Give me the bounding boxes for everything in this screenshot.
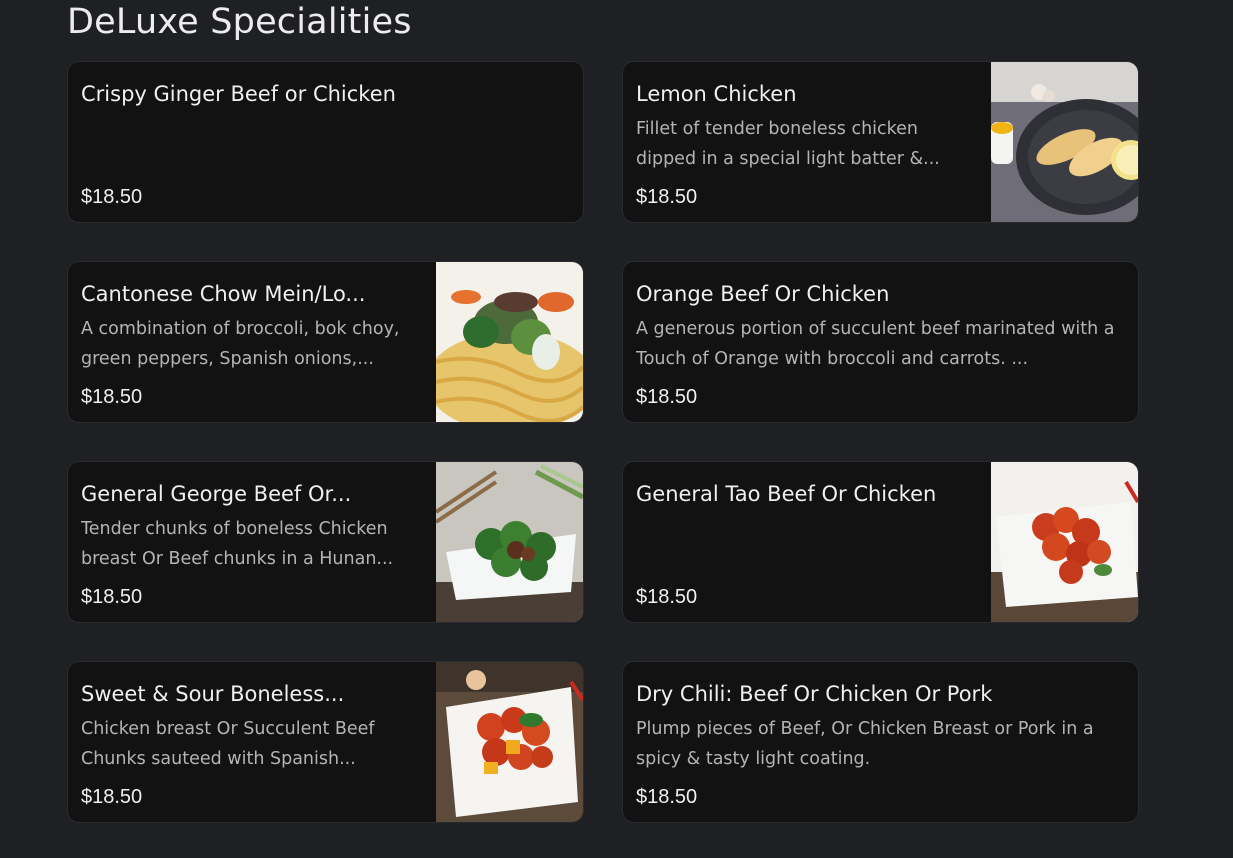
- menu-item-description: Plump pieces of Beef, Or Chicken Breast …: [636, 719, 1094, 769]
- menu-item-price: $18.50: [636, 786, 698, 808]
- menu-item-price: $18.50: [636, 586, 698, 608]
- menu-item-price: $18.50: [81, 386, 143, 408]
- menu-item-name: Lemon Chicken: [636, 82, 797, 106]
- menu-item-name: General Tao Beef Or Chicken: [636, 482, 937, 506]
- menu-item-card[interactable]: Cantonese Chow Mein/Lo... A combination …: [67, 261, 584, 423]
- menu-item-description: Fillet of tender boneless chicken dipped…: [636, 119, 940, 169]
- menu-item-body: Dry Chili: Beef Or Chicken Or Pork Plump…: [636, 679, 1125, 822]
- menu-item-description: A combination of broccoli, bok choy, gre…: [81, 319, 400, 369]
- menu-item-card[interactable]: Orange Beef Or Chicken A generous portio…: [622, 261, 1139, 423]
- menu-grid: Crispy Ginger Beef or Chicken $18.50 Lem…: [67, 61, 1139, 823]
- menu-item-name: Dry Chili: Beef Or Chicken Or Pork: [636, 682, 993, 706]
- menu-item-card[interactable]: Dry Chili: Beef Or Chicken Or Pork Plump…: [622, 661, 1139, 823]
- sweet-sour-photo: [436, 662, 583, 822]
- section-title: DeLuxe Specialities: [67, 2, 412, 42]
- menu-item-name: Crispy Ginger Beef or Chicken: [81, 82, 396, 106]
- menu-item-body: Orange Beef Or Chicken A generous portio…: [636, 279, 1125, 422]
- broccoli-beef-photo: [436, 462, 583, 622]
- menu-item-card[interactable]: Lemon Chicken Fillet of tender boneless …: [622, 61, 1139, 223]
- menu-item-name: Cantonese Chow Mein/Lo...: [81, 282, 366, 306]
- menu-item-name: Orange Beef Or Chicken: [636, 282, 890, 306]
- menu-item-price: $18.50: [636, 386, 698, 408]
- menu-item-name: Sweet & Sour Boneless...: [81, 682, 345, 706]
- menu-item-body: Crispy Ginger Beef or Chicken: [81, 79, 570, 222]
- menu-item-description: A generous portion of succulent beef mar…: [636, 319, 1115, 369]
- menu-item-description: Chicken breast Or Succulent Beef Chunks …: [81, 719, 375, 769]
- chow-mein-photo: [436, 262, 583, 422]
- menu-item-card[interactable]: Crispy Ginger Beef or Chicken $18.50: [67, 61, 584, 223]
- menu-item-price: $18.50: [81, 586, 143, 608]
- menu-item-price: $18.50: [636, 186, 698, 208]
- menu-item-name: General George Beef Or...: [81, 482, 352, 506]
- menu-item-card[interactable]: Sweet & Sour Boneless... Chicken breast …: [67, 661, 584, 823]
- menu-item-card[interactable]: General George Beef Or... Tender chunks …: [67, 461, 584, 623]
- general-tao-photo: [991, 462, 1138, 622]
- lemon-chicken-photo: [991, 62, 1138, 222]
- menu-item-card[interactable]: General Tao Beef Or Chicken $18.50: [622, 461, 1139, 623]
- menu-item-price: $18.50: [81, 786, 143, 808]
- menu-item-price: $18.50: [81, 186, 143, 208]
- menu-item-description: Tender chunks of boneless Chicken breast…: [81, 519, 394, 569]
